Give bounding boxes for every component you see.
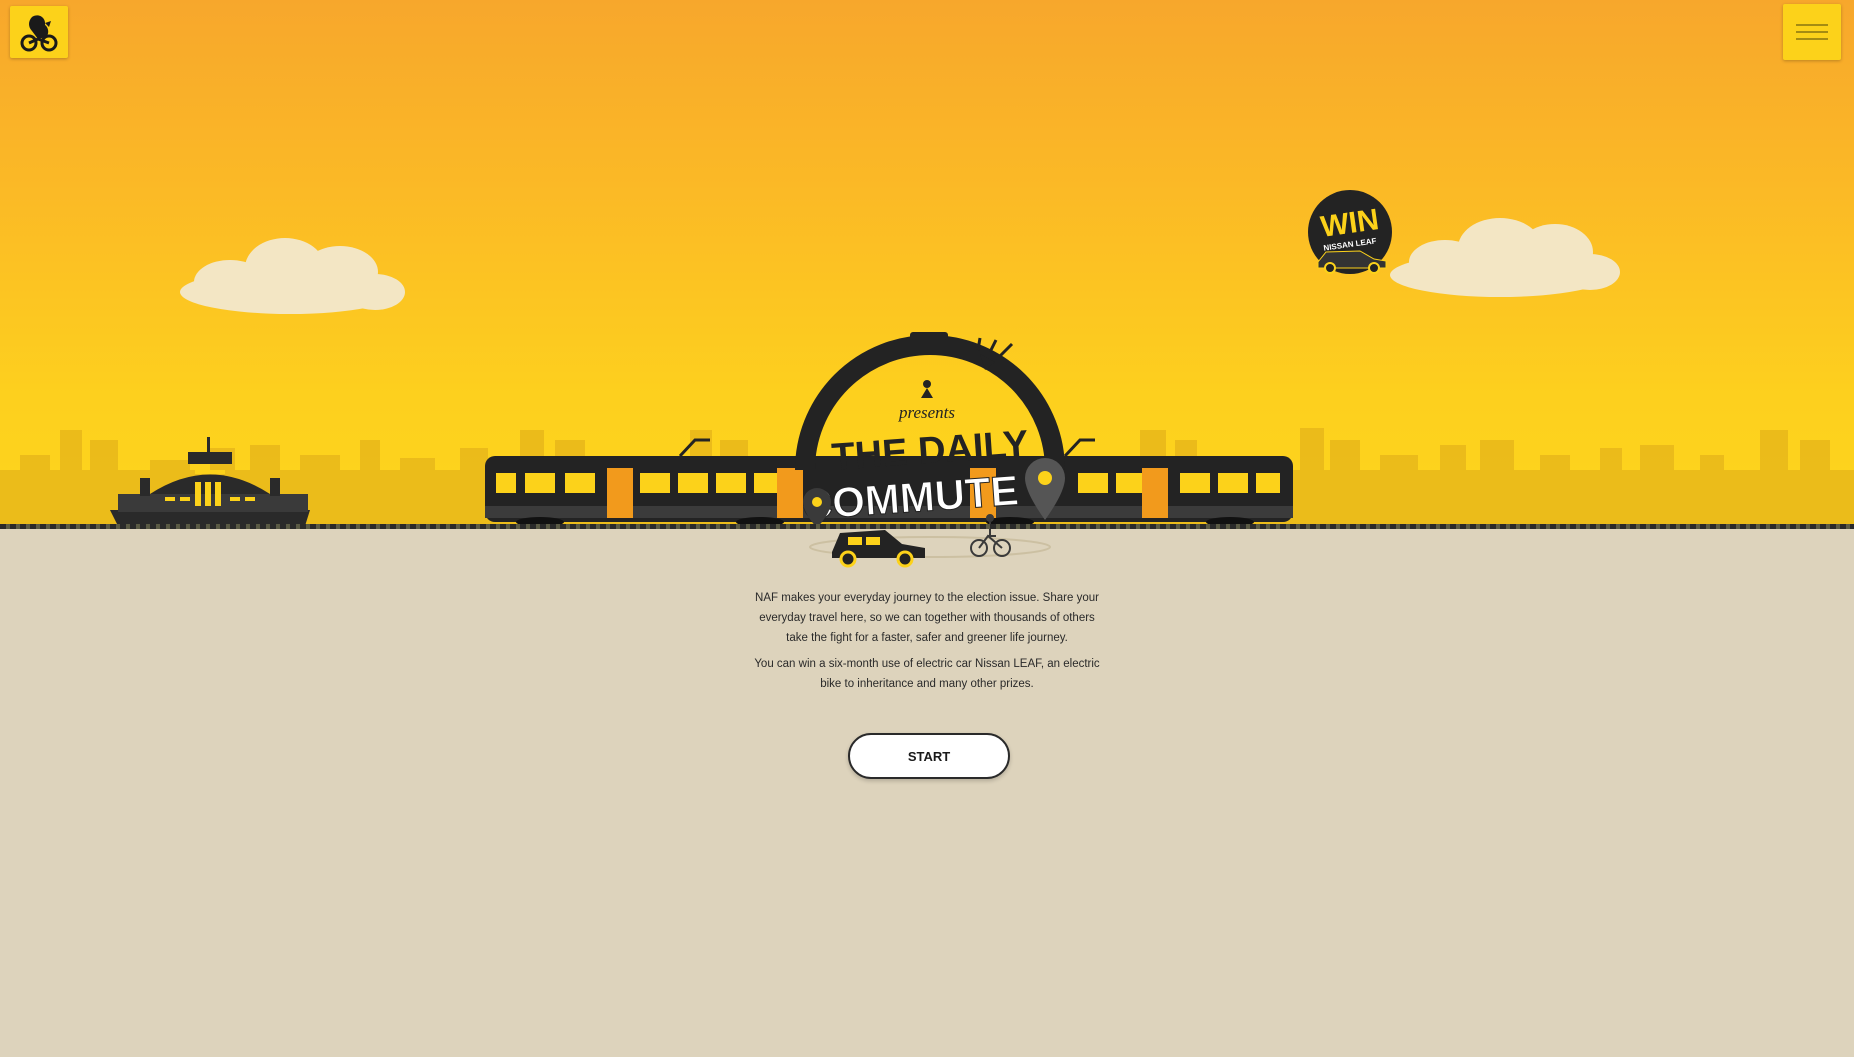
menu-button[interactable] [1783,4,1841,60]
start-button[interactable]: START [848,733,1010,779]
lion-on-bicycle-logo-icon [20,15,58,52]
intro-paragraph-1: NAF makes your everyday journey to the e… [755,592,1099,644]
hero-illustration: presents THE DAILY COMMUTE WIN NISSAN LE… [0,190,1854,568]
hamburger-menu-icon [1796,24,1828,40]
win-badge[interactable]: WIN NISSAN LEAF [1308,190,1392,274]
cloud-right [1390,218,1620,297]
small-logo-icon [921,380,933,398]
car-illustration [832,530,925,568]
intro-paragraph-2: You can win a six-month use of electric … [754,658,1100,690]
intro-text: NAF makes your everyday journey to the e… [752,588,1102,700]
rail-track [0,524,1854,529]
home-logo-button[interactable] [10,6,68,58]
presents-text: presents [898,403,955,422]
cloud-left [180,238,405,314]
page: presents THE DAILY COMMUTE WIN NISSAN LE… [0,0,1854,1057]
